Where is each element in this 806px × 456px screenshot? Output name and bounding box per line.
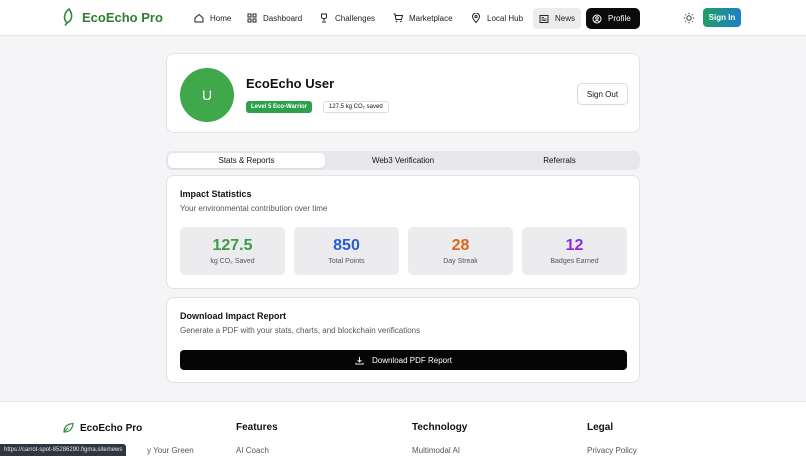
footer-link-multimodal-ai[interactable]: Multimodal AI (412, 446, 460, 455)
stat-label: Total Points (328, 258, 365, 265)
brand-logo[interactable]: EcoEcho Pro (62, 8, 163, 26)
leaf-icon (63, 422, 74, 433)
user-name: EcoEcho User (246, 76, 335, 91)
sign-out-button[interactable]: Sign Out (577, 83, 628, 105)
report-subtitle: Generate a PDF with your stats, charts, … (180, 326, 421, 335)
user-circle-icon (592, 14, 602, 23)
download-pdf-label: Download PDF Report (371, 355, 453, 365)
leaf-icon (63, 8, 73, 26)
impact-subtitle: Your environmental contribution over tim… (180, 204, 328, 213)
grid-icon (247, 13, 257, 23)
avatar: U (180, 68, 234, 122)
stat-total-points: 850 Total Points (294, 227, 399, 275)
footer-link-privacy-policy[interactable]: Privacy Policy (587, 446, 637, 455)
download-report-card: Download Impact Report Generate a PDF wi… (166, 297, 640, 383)
report-title: Download Impact Report (180, 311, 287, 321)
nav-challenges[interactable]: Challenges (313, 8, 381, 28)
nav-home-label: Home (210, 13, 232, 23)
footer-legal-title: Legal (587, 422, 614, 433)
nav-news-label: News (555, 14, 576, 23)
map-pin-icon (471, 13, 481, 23)
nav-profile-label: Profile (608, 14, 631, 23)
cart-icon (393, 13, 403, 23)
stat-value: 850 (333, 237, 360, 254)
home-icon (194, 13, 204, 23)
tab-referrals[interactable]: Referrals (481, 153, 638, 168)
impact-statistics-card: Impact Statistics Your environmental con… (166, 175, 640, 289)
nav-dashboard[interactable]: Dashboard (241, 8, 308, 28)
profile-tabs: Stats & Reports Web3 Verification Referr… (166, 151, 640, 170)
level-badge: Level 5 Eco-Warrior (246, 101, 313, 113)
nav-marketplace-label: Marketplace (409, 13, 453, 23)
nav-local-hub-label: Local Hub (487, 13, 524, 23)
impact-title: Impact Statistics (180, 189, 252, 199)
tab-stats-reports[interactable]: Stats & Reports (168, 153, 325, 168)
trophy-icon (321, 13, 327, 23)
nav-home[interactable]: Home (188, 8, 237, 28)
brand-name: EcoEcho Pro (82, 9, 163, 25)
stat-value: 12 (565, 237, 584, 254)
nav-profile[interactable]: Profile (586, 8, 640, 29)
stat-value: 28 (451, 237, 470, 254)
co2-badge: 127.5 kg CO₂ saved (323, 101, 389, 113)
stat-co2-saved: 127.5 kg CO₂ Saved (180, 227, 285, 275)
footer-brand-name: EcoEcho Pro (80, 422, 143, 434)
nav-challenges-label: Challenges (335, 13, 376, 23)
stat-label: Day Streak (443, 258, 478, 265)
stat-value: 127.5 (212, 237, 253, 254)
sun-icon[interactable] (683, 12, 695, 24)
stat-badges-earned: 12 Badges Earned (522, 227, 627, 275)
newspaper-icon (539, 14, 549, 23)
nav-news[interactable]: News (533, 8, 582, 29)
stat-label: kg CO₂ Saved (210, 258, 255, 265)
footer-brand: EcoEcho Pro (62, 422, 142, 434)
stat-label: Badges Earned (550, 258, 599, 265)
footer-features-title: Features (236, 422, 278, 433)
footer-technology-title: Technology (412, 422, 468, 433)
nav-dashboard-label: Dashboard (263, 13, 303, 23)
download-pdf-button[interactable]: Download PDF Report (180, 350, 627, 370)
profile-card: U EcoEcho User Level 5 Eco-Warrior 127.5… (166, 53, 640, 133)
stat-day-streak: 28 Day Streak (408, 227, 513, 275)
footer-link-ai-coach[interactable]: AI Coach (236, 446, 269, 455)
status-bar-url: https://carrot-spot-85286290.figma.site/… (0, 444, 127, 456)
nav-local-hub[interactable]: Local Hub (465, 8, 529, 28)
sign-in-button[interactable]: Sign In (703, 8, 741, 27)
nav-marketplace[interactable]: Marketplace (387, 8, 459, 28)
tab-web3-verification[interactable]: Web3 Verification (327, 153, 479, 168)
download-icon (355, 356, 364, 365)
top-nav: EcoEcho Pro Home Dashboard Challenges Ma… (0, 0, 806, 36)
footer-tagline: y Your Green (147, 446, 194, 455)
